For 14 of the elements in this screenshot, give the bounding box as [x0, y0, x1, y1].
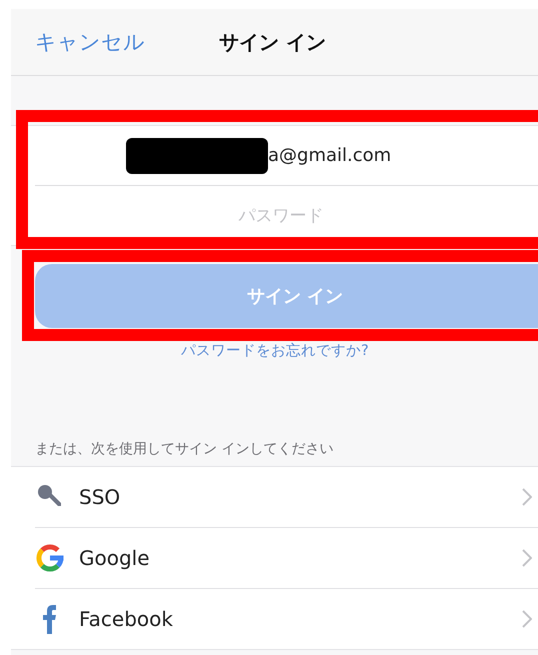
chevron-right-icon	[522, 488, 532, 506]
provider-item[interactable]: Google	[11, 528, 538, 588]
chevron-right-icon	[522, 549, 532, 567]
provider-item[interactable]: SSO	[11, 467, 538, 527]
email-field[interactable]: a@gmail.com	[268, 145, 418, 166]
provider-label: SSO	[79, 485, 122, 509]
google-logo-icon	[35, 543, 65, 573]
screen-title: サイン イン	[219, 28, 326, 56]
chevron-right-icon	[522, 610, 532, 628]
provider-item[interactable]: Facebook	[11, 589, 538, 649]
provider-label: Facebook	[79, 607, 174, 631]
provider-label: Google	[79, 546, 151, 570]
section-header: または、次を使用してサイン インしてください	[35, 441, 334, 457]
password-field[interactable]: パスワード	[181, 206, 381, 226]
